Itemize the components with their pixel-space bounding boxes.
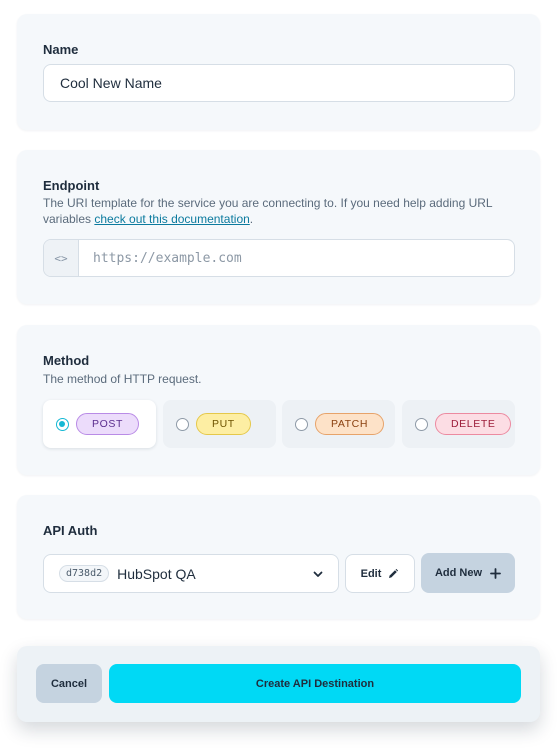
footer-bar: Cancel Create API Destination [17, 646, 540, 722]
method-description: The method of HTTP request. [43, 372, 202, 386]
method-option-delete[interactable]: DELETE [402, 400, 515, 448]
method-option-post[interactable]: POST [43, 400, 156, 448]
auth-selected-name: HubSpot QA [117, 565, 196, 582]
chevron-down-icon [313, 571, 323, 577]
endpoint-input[interactable]: <> https://example.com [43, 239, 515, 277]
pill-delete: DELETE [435, 413, 512, 435]
method-option-patch[interactable]: PATCH [282, 400, 395, 448]
documentation-link[interactable]: check out this documentation [94, 212, 249, 226]
method-card: Method The method of HTTP request. POST … [17, 325, 540, 475]
name-card: Name Cool New Name [17, 14, 540, 130]
api-auth-card: API Auth d738d2 HubSpot QA Edit Add New [17, 495, 540, 619]
endpoint-card: Endpoint The URI template for the servic… [17, 150, 540, 304]
create-api-destination-button[interactable]: Create API Destination [109, 664, 521, 703]
method-option-put[interactable]: PUT [163, 400, 276, 448]
api-auth-label: API Auth [43, 523, 98, 538]
radio-put[interactable] [176, 417, 189, 431]
code-brackets-icon: <> [44, 240, 79, 276]
endpoint-field[interactable]: https://example.com [79, 240, 514, 276]
name-input[interactable]: Cool New Name [43, 64, 515, 102]
endpoint-description: The URI template for the service you are… [43, 196, 493, 226]
method-label: Method [43, 353, 90, 368]
name-label: Name [43, 42, 79, 57]
pill-put: PUT [196, 413, 251, 435]
pill-patch: PATCH [315, 413, 385, 435]
add-new-auth-button[interactable]: Add New [421, 553, 515, 593]
cancel-button[interactable]: Cancel [36, 664, 102, 703]
radio-post[interactable] [56, 417, 69, 431]
endpoint-label: Endpoint [43, 178, 100, 193]
pencil-icon [389, 568, 399, 578]
edit-auth-button[interactable]: Edit [345, 554, 415, 593]
auth-select[interactable]: d738d2 HubSpot QA [43, 554, 339, 593]
radio-patch[interactable] [295, 417, 308, 431]
pill-post: POST [76, 413, 139, 435]
radio-delete[interactable] [415, 417, 428, 431]
auth-id-tag: d738d2 [59, 565, 110, 582]
plus-icon [490, 567, 501, 579]
